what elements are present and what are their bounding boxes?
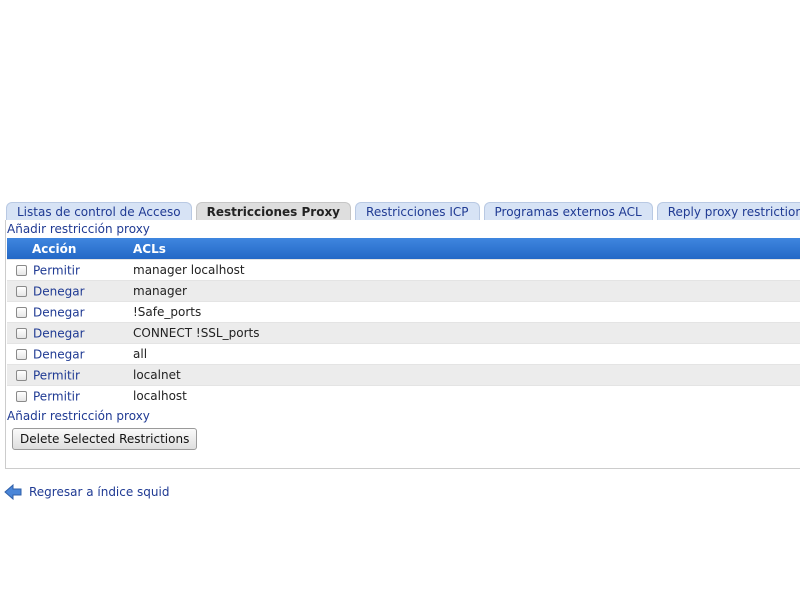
tab-proxy-restrictions[interactable]: Restricciones Proxy (195, 202, 352, 221)
table-row: Permitir localnet (7, 364, 800, 386)
column-header-action: Acción (7, 238, 133, 260)
acls-cell: localnet (133, 364, 800, 386)
tab-external-acl-programs[interactable]: Programas externos ACL (483, 202, 653, 221)
action-link[interactable]: Permitir (33, 368, 80, 382)
restrictions-table: Acción ACLs Permitir manager localhost D… (7, 238, 800, 406)
action-link[interactable]: Denegar (33, 305, 85, 319)
tab-access-control-lists[interactable]: Listas de control de Acceso (6, 202, 192, 221)
delete-selected-restrictions-button[interactable]: Delete Selected Restrictions (12, 428, 198, 450)
row-checkbox[interactable] (16, 369, 27, 381)
acls-cell: localhost (133, 385, 800, 406)
return-nav: Regresar a índice squid (4, 483, 169, 501)
action-link[interactable]: Permitir (33, 263, 80, 277)
add-proxy-restriction-link-top[interactable]: Añadir restricción proxy (7, 221, 150, 237)
return-to-squid-index-link[interactable]: Regresar a índice squid (29, 485, 169, 499)
acls-cell: all (133, 343, 800, 365)
acls-cell: manager localhost (133, 259, 800, 281)
row-checkbox[interactable] (16, 264, 27, 276)
acls-cell: CONNECT !SSL_ports (133, 322, 800, 344)
table-row: Permitir manager localhost (7, 259, 800, 281)
action-link[interactable]: Denegar (33, 347, 85, 361)
column-header-acls: ACLs (133, 238, 800, 260)
row-checkbox[interactable] (16, 306, 27, 318)
table-row: Permitir localhost (7, 385, 800, 406)
table-row: Denegar !Safe_ports (7, 301, 800, 323)
acls-cell: !Safe_ports (133, 301, 800, 323)
action-cell: Permitir (7, 259, 133, 281)
tab-icp-restrictions[interactable]: Restricciones ICP (355, 202, 480, 221)
action-link[interactable]: Permitir (33, 389, 80, 403)
table-row: Denegar manager (7, 280, 800, 302)
action-cell: Permitir (7, 385, 133, 406)
action-cell: Denegar (7, 322, 133, 344)
table-header-row: Acción ACLs (7, 238, 800, 260)
tab-bar: Listas de control de Acceso Restriccione… (6, 202, 800, 221)
row-checkbox[interactable] (16, 327, 27, 339)
add-proxy-restriction-link-bottom[interactable]: Añadir restricción proxy (7, 408, 150, 424)
table-row: Denegar CONNECT !SSL_ports (7, 322, 800, 344)
row-checkbox[interactable] (16, 285, 27, 297)
table-row: Denegar all (7, 343, 800, 365)
action-link[interactable]: Denegar (33, 284, 85, 298)
acls-cell: manager (133, 280, 800, 302)
action-cell: Denegar (7, 343, 133, 365)
action-cell: Denegar (7, 280, 133, 302)
back-arrow-icon[interactable] (4, 484, 22, 500)
action-cell: Denegar (7, 301, 133, 323)
action-link[interactable]: Denegar (33, 326, 85, 340)
action-cell: Permitir (7, 364, 133, 386)
row-checkbox[interactable] (16, 390, 27, 402)
tab-panel: Añadir restricción proxy Acción ACLs Per… (5, 220, 800, 469)
tab-reply-proxy-restrictions[interactable]: Reply proxy restrictions (656, 202, 800, 221)
row-checkbox[interactable] (16, 348, 27, 360)
